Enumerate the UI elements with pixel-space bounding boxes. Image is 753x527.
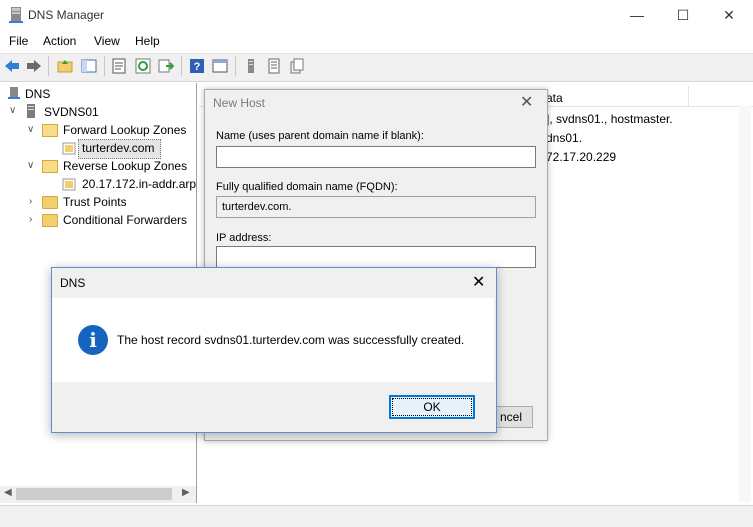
properties-icon[interactable] [111, 58, 127, 74]
toolbar-separator [48, 56, 49, 76]
chevron-down-icon[interactable]: ∨ [9, 105, 16, 116]
chevron-down-icon[interactable]: ∨ [27, 160, 34, 171]
focus-rectangle [392, 398, 472, 416]
chevron-down-icon[interactable]: ∨ [27, 124, 34, 135]
tree-reverse-lookup-zones[interactable]: Reverse Lookup Zones [63, 159, 187, 173]
fqdn-label: Fully qualified domain name (FQDN): [216, 181, 398, 193]
tree-zone-turterdev[interactable]: turterdev.com [82, 141, 154, 155]
toolbar-separator [104, 56, 105, 76]
message-box-title: DNS [60, 276, 86, 290]
message-text: The host record svdns01.turterdev.com wa… [117, 333, 465, 347]
tree-dns-root[interactable]: DNS [25, 87, 50, 101]
help-icon[interactable]: ? [189, 58, 205, 74]
action-pane-icon[interactable] [212, 58, 228, 74]
column-header-data[interactable]: ata [546, 91, 563, 105]
close-icon[interactable]: ✕ [472, 272, 485, 292]
server-icon [27, 104, 35, 118]
menu-file[interactable]: File [9, 34, 28, 48]
copy-records-icon[interactable] [289, 58, 305, 74]
back-arrow-icon[interactable] [4, 58, 20, 74]
tree-forward-lookup-zones[interactable]: Forward Lookup Zones [63, 123, 186, 137]
tree-server[interactable]: SVDNS01 [44, 105, 99, 119]
forward-arrow-icon[interactable] [26, 58, 42, 74]
maximize-button[interactable]: ☐ [660, 0, 706, 31]
minimize-button[interactable]: — [614, 0, 660, 31]
dns-manager-app-icon [9, 7, 23, 23]
host-name-input[interactable] [216, 146, 536, 168]
menu-help[interactable]: Help [135, 34, 160, 48]
folder-icon [42, 124, 58, 137]
scrollbar-thumb[interactable] [16, 488, 172, 500]
fqdn-field: turterdev.com. [216, 196, 536, 218]
folder-icon [42, 160, 58, 173]
toolbar-separator [235, 56, 236, 76]
scroll-left-arrow-icon[interactable]: ◀ [4, 487, 12, 498]
zone-icon [62, 178, 76, 191]
window-title: DNS Manager [28, 8, 105, 22]
folder-icon [42, 196, 58, 209]
zone-icon [62, 142, 76, 155]
svg-text:?: ? [194, 61, 201, 73]
menu-action[interactable]: Action [43, 34, 76, 48]
record-data-cell: dns01. [546, 131, 583, 145]
status-bar [0, 505, 753, 527]
refresh-icon[interactable] [135, 58, 151, 74]
close-icon[interactable]: ✕ [520, 92, 533, 112]
server-icon[interactable] [243, 58, 259, 74]
name-label: Name (uses parent domain name if blank): [216, 130, 424, 142]
up-folder-icon[interactable] [57, 58, 73, 74]
tree-zone-reverse[interactable]: 20.17.172.in-addr.arp [82, 177, 196, 191]
record-data-cell: 72.17.20.229 [546, 150, 617, 164]
scroll-right-arrow-icon[interactable]: ▶ [182, 487, 190, 498]
tree-conditional-forwarders[interactable]: Conditional Forwarders [63, 213, 187, 227]
show-hide-console-tree-icon[interactable] [81, 58, 97, 74]
folder-icon [42, 214, 58, 227]
toolbar-separator [181, 56, 182, 76]
info-icon: i [78, 325, 108, 355]
export-list-icon[interactable] [158, 58, 174, 74]
list-view-icon[interactable] [266, 58, 282, 74]
chevron-right-icon[interactable]: › [29, 214, 32, 225]
record-data-cell: ], svdns01., hostmaster. [546, 112, 673, 126]
new-host-dialog-title: New Host [213, 96, 266, 110]
column-divider[interactable] [688, 86, 689, 106]
ip-address-input[interactable] [216, 246, 536, 268]
close-window-button[interactable]: ✕ [706, 0, 752, 31]
tree-trust-points[interactable]: Trust Points [63, 195, 127, 209]
menu-view[interactable]: View [94, 34, 120, 48]
details-vertical-scrollbar[interactable] [739, 106, 751, 502]
dns-root-icon [8, 87, 20, 99]
chevron-right-icon[interactable]: › [29, 196, 32, 207]
ip-address-label: IP address: [216, 232, 272, 244]
